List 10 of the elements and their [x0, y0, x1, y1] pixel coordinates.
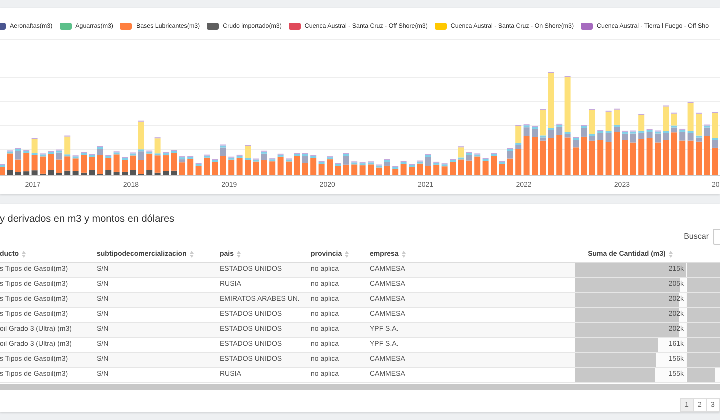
sort-icon[interactable] [345, 250, 350, 258]
search-label: Buscar [684, 232, 709, 242]
sort-icon[interactable] [668, 250, 673, 258]
table-title: y derivados en m3 y montos en dólares [0, 213, 176, 227]
sort-icon[interactable] [402, 250, 406, 258]
search-field[interactable] [713, 228, 720, 245]
sort-icon[interactable] [190, 250, 194, 258]
sort-icon[interactable] [22, 250, 26, 258]
horizontal-scrollbar[interactable] [0, 384, 720, 390]
sort-icon[interactable] [237, 250, 242, 258]
